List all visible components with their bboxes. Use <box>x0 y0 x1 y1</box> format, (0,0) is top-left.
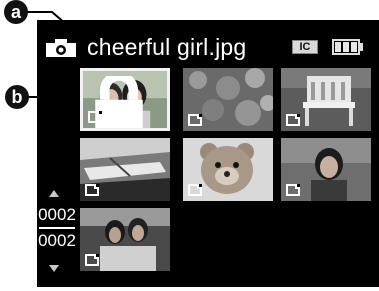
thumbnail-teddy-bear[interactable] <box>183 138 273 201</box>
thumbnail-woman-smiling[interactable] <box>281 138 371 201</box>
internal-memory-badge: IC <box>292 40 318 54</box>
file-icon <box>85 184 99 196</box>
battery-full-icon <box>332 39 360 55</box>
callout-marker-a: a <box>4 0 28 24</box>
thumbnail-flowers[interactable] <box>183 68 273 131</box>
thumbnail-couple-outdoors[interactable] <box>80 208 170 271</box>
page-counter-divider <box>39 227 75 229</box>
file-icon <box>188 114 202 126</box>
page-up-icon[interactable] <box>49 190 59 197</box>
thumbnail-bench[interactable] <box>281 68 371 131</box>
page-down-icon[interactable] <box>49 265 59 272</box>
file-name-title: cheerful girl.jpg <box>87 34 247 60</box>
file-icon <box>286 184 300 196</box>
current-page-number: 0002 <box>38 205 76 224</box>
camera-playback-screen: cheerful girl.jpg IC 0002 0002 <box>37 20 379 287</box>
file-icon <box>286 114 300 126</box>
thumbnail-boat[interactable] <box>80 138 170 201</box>
file-icon <box>188 184 202 196</box>
thumbnail-cheerful-girls[interactable] <box>80 68 170 131</box>
camera-icon <box>46 39 76 57</box>
file-icon <box>85 254 99 266</box>
callout-marker-b: b <box>5 85 29 109</box>
total-page-number: 0002 <box>38 231 76 250</box>
battery-terminal <box>360 43 363 51</box>
file-icon <box>88 111 102 123</box>
